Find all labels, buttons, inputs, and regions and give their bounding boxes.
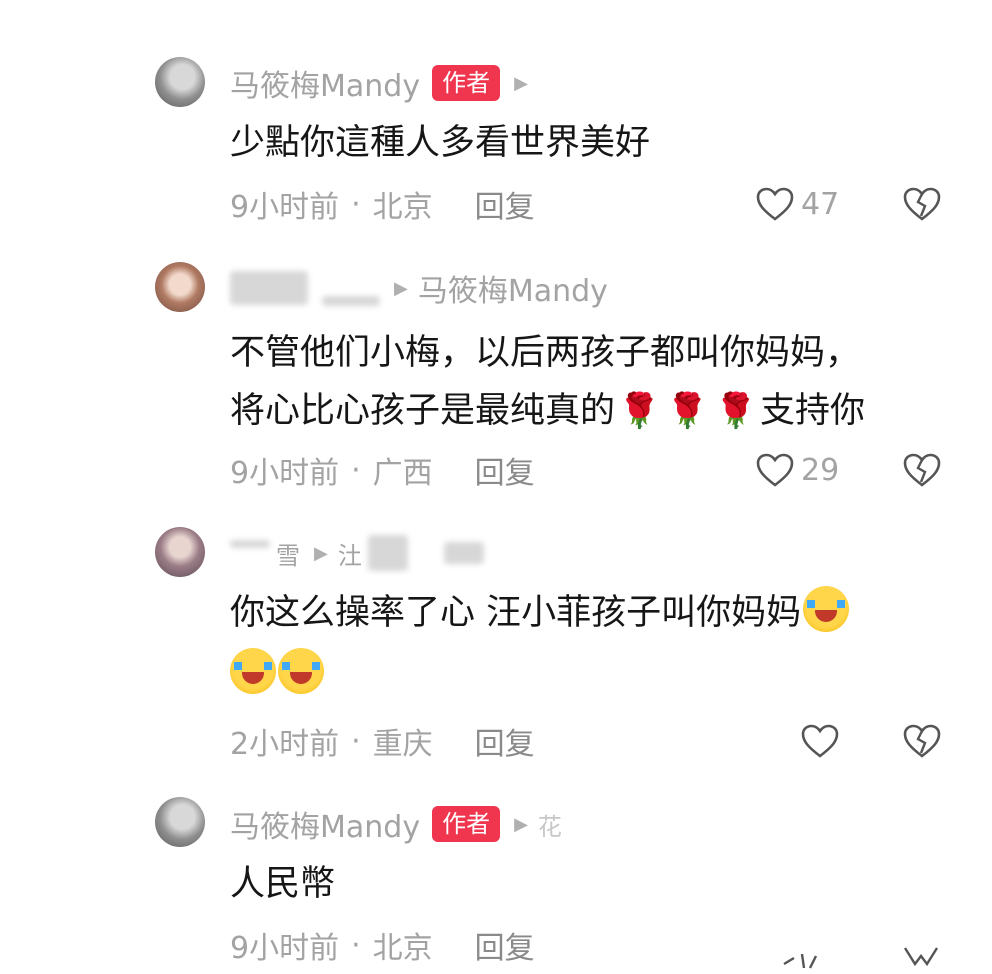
comment-text-segment: 支持你 [760,391,866,431]
like-count: 29 [801,452,840,488]
laughing-crying-emoji [230,648,276,694]
timestamp: 9小时前 [230,931,340,966]
redacted-username [230,540,270,548]
like-button[interactable] [760,930,840,974]
meta-separator: · [351,186,361,222]
comment-text-segment: 你这么操率了心 汪小菲孩子叫你妈妈 [230,593,802,633]
like-button[interactable]: 47 [755,182,839,226]
comment-text-segment: 将心比心孩子是最纯真的 [230,391,616,431]
dislike-button[interactable] [895,930,947,974]
rose-emoji: 🌹 [714,391,758,431]
reply-arrow-icon: ▶ [514,72,528,94]
reply-target-username[interactable]: 马筱梅Mandy [418,266,608,310]
comment-text: 你这么操率了心 汪小菲孩子叫你妈妈 [230,584,850,704]
meta-separator: · [351,927,361,963]
redacted-username [443,542,484,564]
broken-heart-icon [903,187,941,221]
meta-separator: · [351,452,361,488]
comment-text-line: 将心比心孩子是最纯真的🌹 🌹 🌹支持你 [230,382,865,440]
like-count: 47 [801,186,840,222]
comment-text-line: 不管他们小梅，以后两孩子都叫你妈妈， [230,333,861,373]
reply-arrow-icon: ▶ [514,813,528,835]
laughing-crying-emoji [278,648,324,694]
comment-meta: 2小时前 · 重庆 回复 [230,719,535,763]
dislike-button[interactable] [902,182,942,226]
comment-text: 不管他们小梅，以后两孩子都叫你妈妈， 将心比心孩子是最纯真的🌹 🌹 🌹支持你 [230,324,865,440]
dislike-button[interactable] [902,448,942,492]
reply-button[interactable]: 回复 [475,923,535,967]
reply-target-username[interactable]: 花 [538,807,562,842]
location: 北京 [372,931,433,966]
broken-heart-icon [903,724,941,758]
location: 广西 [372,456,433,491]
timestamp: 9小时前 [230,456,340,491]
avatar[interactable] [155,262,205,312]
redacted-username [322,296,380,306]
timestamp: 2小时前 [230,727,340,762]
comment-text: 人民幣 [230,864,336,904]
dislike-button[interactable] [902,719,942,763]
avatar[interactable] [155,527,205,577]
author-badge: 作者 [432,806,501,842]
like-button[interactable]: 29 [755,448,839,492]
username[interactable]: 马筱梅Mandy [230,61,420,105]
redacted-username [367,535,408,571]
comment-text-line: 你这么操率了心 汪小菲孩子叫你妈妈 [230,584,850,642]
location: 重庆 [372,727,433,762]
meta-separator: · [351,723,361,759]
reply-arrow-icon: ▶ [314,542,328,564]
reply-button[interactable]: 回复 [475,448,535,492]
comment-header: 雪 ▶ 汢 [230,533,484,573]
comment-text-line [230,646,849,704]
reply-target-username[interactable]: 汢 [338,536,362,571]
laughing-crying-emoji [803,586,850,632]
reply-button[interactable]: 回复 [475,182,535,226]
heart-outline-icon [756,453,794,487]
avatar[interactable] [155,797,205,847]
reply-button[interactable]: 回复 [475,719,535,763]
comment-header: 马筱梅Mandy 作者 ▶ 花 [230,802,562,846]
broken-heart-icon [903,453,941,487]
rose-emoji: 🌹 [666,391,709,431]
heart-outline-icon [756,187,794,221]
comment-meta: 9小时前 · 北京 回复 [230,923,535,967]
heart-outline-icon [801,724,839,758]
username[interactable]: 雪 [276,536,300,571]
avatar[interactable] [155,57,205,107]
like-button[interactable] [800,719,840,763]
rose-emoji: 🌹 [618,391,661,431]
location: 北京 [372,190,433,225]
comment-meta: 9小时前 · 广西 回复 [230,448,535,492]
comment-header: 马筱梅Mandy 作者 ▶ [230,61,528,105]
comment-text: 少點你這種人多看世界美好 [230,123,651,163]
timestamp: 9小时前 [230,190,340,225]
author-badge: 作者 [432,65,501,101]
reply-arrow-icon: ▶ [394,277,408,299]
comment-header: ▶ 马筱梅Mandy [230,266,608,310]
redacted-username [230,271,308,305]
comment-meta: 9小时前 · 北京 回复 [230,182,535,226]
username[interactable]: 马筱梅Mandy [230,802,420,846]
